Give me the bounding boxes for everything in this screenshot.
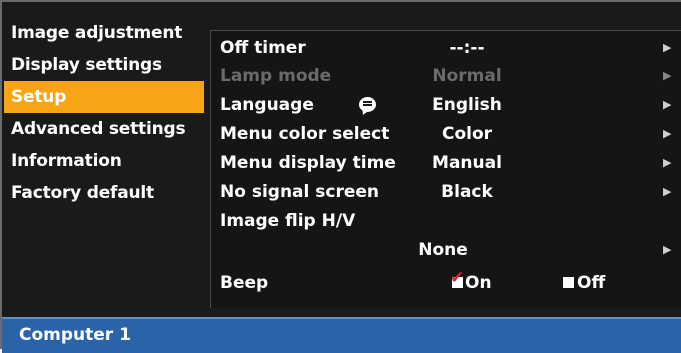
setting-value: Normal — [432, 66, 502, 86]
setting-label: Menu display time — [220, 153, 396, 173]
submenu-arrow-icon: ▶ — [663, 69, 672, 82]
setup-submenu-panel: Off timer --:-- ▶ Lamp mode Normal ▶ Lan… — [210, 30, 681, 308]
setting-label: Lamp mode — [220, 66, 332, 86]
setting-label: Off timer — [220, 38, 306, 58]
submenu-arrow-icon[interactable]: ▶ — [663, 236, 671, 264]
menu-item-image-adjustment[interactable]: Image adjustment — [4, 17, 204, 49]
setting-value: English — [432, 95, 502, 115]
submenu-arrow-icon[interactable]: ▶ — [663, 91, 671, 119]
checkmark-icon: ✔ — [450, 268, 465, 288]
setting-label: Beep — [220, 273, 269, 293]
setting-label: No signal screen — [220, 182, 380, 202]
setting-no-signal-screen[interactable]: No signal screen Black ▶ — [211, 178, 681, 206]
setting-menu-color-select[interactable]: Menu color select Color ▶ — [211, 120, 681, 148]
menu-item-advanced-settings[interactable]: Advanced settings — [4, 113, 204, 145]
source-status-bar: Computer 1 — [2, 317, 681, 353]
setting-label: Image flip H/V — [220, 211, 356, 231]
speech-bubble-icon — [359, 97, 376, 112]
menu-item-factory-default[interactable]: Factory default — [4, 177, 204, 209]
main-menu: Image adjustment Display settings Setup … — [4, 17, 204, 209]
setting-value: Black — [441, 182, 493, 202]
submenu-arrow-icon[interactable]: ▶ — [663, 34, 671, 62]
setting-beep: Beep ✔ On Off — [211, 269, 681, 297]
setting-menu-display-time[interactable]: Menu display time Manual ▶ — [211, 149, 681, 177]
submenu-arrow-icon[interactable]: ▶ — [663, 120, 671, 148]
setting-language[interactable]: Language English ▶ — [211, 91, 681, 119]
setting-off-timer[interactable]: Off timer --:-- ▶ — [211, 34, 681, 62]
submenu-arrow-icon[interactable]: ▶ — [663, 178, 671, 206]
setting-image-flip[interactable]: None ▶ — [211, 236, 681, 264]
submenu-arrow-icon[interactable]: ▶ — [663, 149, 671, 177]
setting-value: Manual — [432, 153, 502, 173]
setting-lamp-mode: Lamp mode Normal ▶ — [211, 62, 681, 90]
menu-item-information[interactable]: Information — [4, 145, 204, 177]
current-source-label: Computer 1 — [19, 325, 131, 345]
setting-value: None — [418, 240, 468, 260]
setting-label: Menu color select — [220, 124, 390, 144]
menu-item-setup[interactable]: Setup — [4, 81, 204, 113]
setting-image-flip-label-row: Image flip H/V — [211, 207, 681, 235]
beep-off-label[interactable]: Off — [577, 269, 605, 297]
setting-value: Color — [441, 124, 493, 144]
menu-item-display-settings[interactable]: Display settings — [4, 49, 204, 81]
beep-on-checkbox[interactable]: ✔ — [450, 270, 464, 288]
setting-label: Language — [220, 95, 314, 115]
osd-menu-window: Image adjustment Display settings Setup … — [0, 0, 681, 353]
setting-value: --:-- — [449, 38, 485, 58]
beep-on-label[interactable]: On — [465, 269, 492, 297]
beep-off-checkbox[interactable] — [563, 277, 574, 288]
